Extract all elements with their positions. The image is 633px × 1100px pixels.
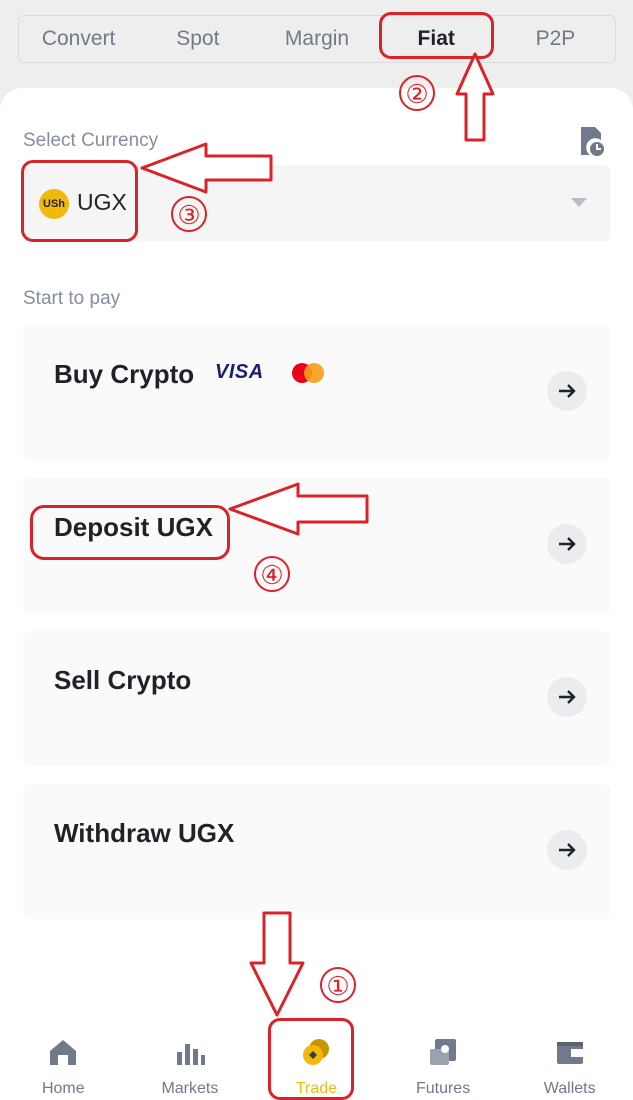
- sell-crypto-card[interactable]: Sell Crypto: [23, 631, 610, 766]
- deposit-arrow-button[interactable]: [547, 524, 587, 564]
- nav-home[interactable]: Home: [0, 1020, 127, 1100]
- nav-wallets-label: Wallets: [543, 1080, 596, 1097]
- futures-icon: [430, 1039, 457, 1065]
- mastercard-logo: [292, 363, 324, 383]
- select-currency-label: Select Currency: [23, 130, 159, 151]
- arrow-right-icon: [559, 843, 576, 857]
- withdraw-arrow-button[interactable]: [547, 830, 587, 870]
- buy-crypto-arrow-button[interactable]: [547, 371, 587, 411]
- chevron-down-icon: [571, 198, 587, 207]
- wallet-icon: [556, 1042, 583, 1064]
- annotation-number-4: ④: [254, 556, 290, 592]
- annotation-arrow-left-icon: [140, 142, 273, 194]
- withdraw-ugx-title: Withdraw UGX: [54, 818, 235, 848]
- annotation-number-2: ②: [399, 75, 435, 111]
- sell-crypto-arrow-button[interactable]: [547, 677, 587, 717]
- nav-wallets[interactable]: Wallets: [506, 1020, 633, 1100]
- start-to-pay-label: Start to pay: [23, 288, 121, 309]
- annotation-arrow-down-icon: [249, 911, 305, 1017]
- arrow-right-icon: [559, 537, 576, 551]
- nav-markets[interactable]: Markets: [127, 1020, 254, 1100]
- nav-futures-label: Futures: [415, 1080, 471, 1097]
- withdraw-ugx-card[interactable]: Withdraw UGX: [23, 784, 610, 919]
- annotation-box-currency: [21, 160, 138, 242]
- buy-crypto-title: Buy Crypto: [54, 359, 195, 389]
- annotation-number-3: ③: [171, 196, 207, 232]
- history-icon[interactable]: [578, 126, 606, 158]
- nav-futures[interactable]: Futures: [380, 1020, 507, 1100]
- tab-p2p[interactable]: P2P: [496, 16, 615, 62]
- markets-icon: [176, 1044, 205, 1065]
- sell-crypto-title: Sell Crypto: [54, 665, 192, 695]
- buy-crypto-card[interactable]: Buy Crypto VISA: [23, 325, 610, 460]
- home-icon: [50, 1040, 77, 1065]
- trade-tab-bar: Convert Spot Margin Fiat P2P: [18, 15, 616, 63]
- nav-home-label: Home: [41, 1080, 85, 1097]
- arrow-right-icon: [559, 384, 576, 398]
- nav-markets-label: Markets: [161, 1080, 219, 1097]
- annotation-arrow-up-icon: [455, 52, 495, 142]
- tab-spot[interactable]: Spot: [138, 16, 257, 62]
- visa-logo: VISA: [215, 361, 264, 383]
- annotation-box-deposit: [30, 505, 230, 560]
- arrow-right-icon: [559, 690, 576, 704]
- annotation-box-trade: [268, 1018, 354, 1100]
- annotation-number-1: ①: [320, 967, 356, 1003]
- annotation-arrow-left-icon: [228, 482, 369, 536]
- tab-convert[interactable]: Convert: [19, 16, 138, 62]
- tab-margin[interactable]: Margin: [257, 16, 376, 62]
